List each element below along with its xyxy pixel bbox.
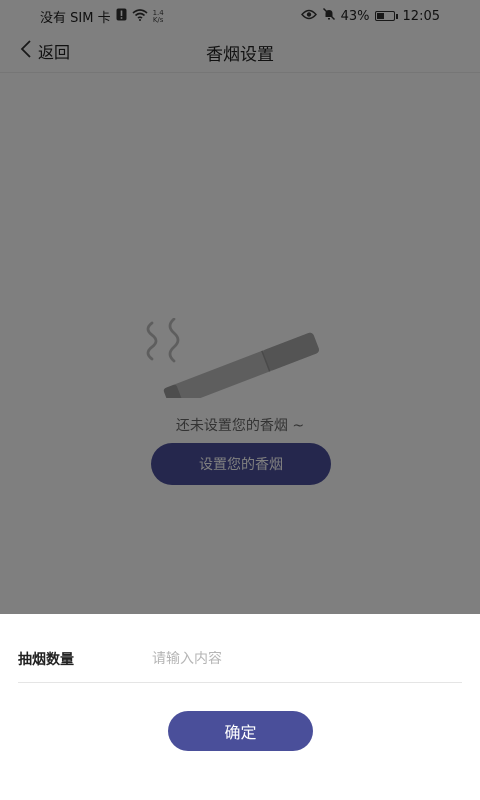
smoking-count-input[interactable] [152,651,462,667]
smoking-count-row: 抽烟数量 [18,636,462,683]
modal-overlay[interactable] [0,0,480,614]
confirm-button[interactable]: 确定 [168,711,313,751]
bottom-sheet: 抽烟数量 确定 [0,614,480,800]
smoking-count-label: 抽烟数量 [18,652,74,668]
